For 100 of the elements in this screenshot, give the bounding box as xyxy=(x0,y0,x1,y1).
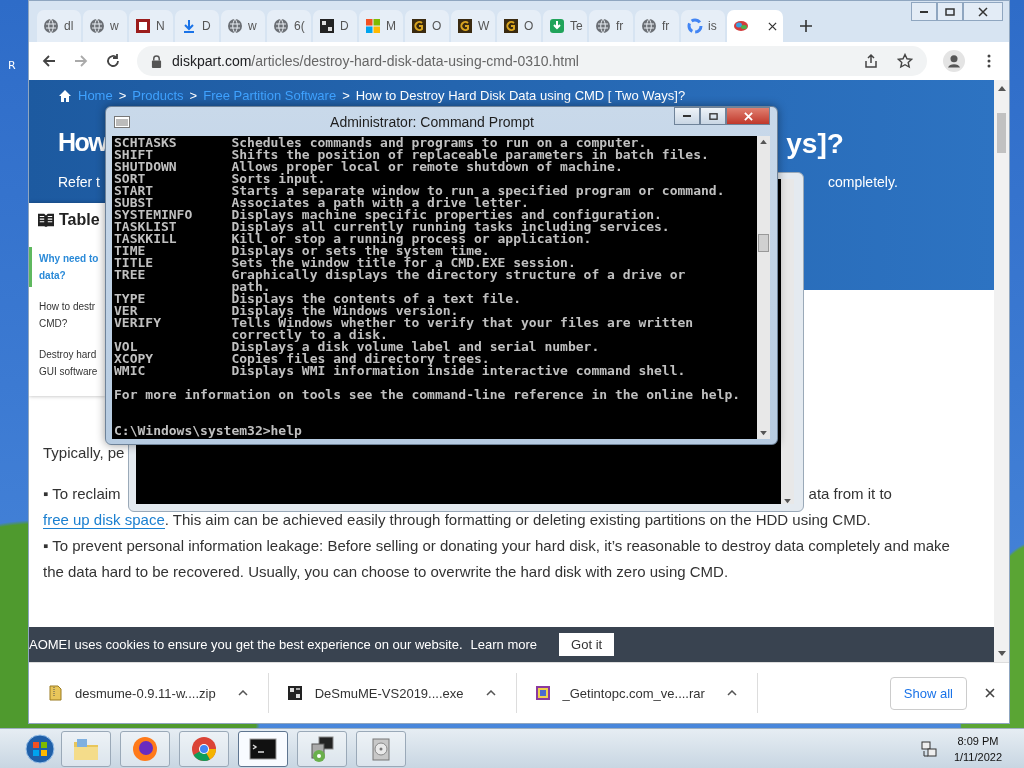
console-line: SCHTASKS Schedules commands and programs to run on a computer. xyxy=(114,137,647,149)
maximize-button[interactable] xyxy=(937,2,963,21)
browser-tab[interactable]: Te xyxy=(543,10,587,42)
lock-icon xyxy=(151,54,162,68)
console-line: SORT Sorts input. xyxy=(114,173,326,185)
cookie-text: AOMEI uses cookies to ensure you get the best experience on our website. xyxy=(29,637,463,652)
close-button[interactable] xyxy=(963,2,1003,21)
browser-tab[interactable] xyxy=(727,10,783,42)
page-title: ys]? xyxy=(786,128,844,160)
scroll-up-icon[interactable] xyxy=(760,139,767,144)
scroll-up-icon[interactable] xyxy=(997,85,1006,91)
browser-tab[interactable]: M xyxy=(359,10,403,42)
console-line: WMIC Displays WMI information inside interactive command shell. xyxy=(114,365,687,377)
taskbar-button[interactable] xyxy=(297,730,347,767)
console-line: correctly to a disk. xyxy=(230,329,388,341)
page-icon xyxy=(135,18,151,34)
download-item[interactable]: DeSmuME-VS2019....exe xyxy=(268,673,517,713)
intro-text: Refer t xyxy=(58,174,100,190)
download-icon xyxy=(549,18,565,34)
squares-icon xyxy=(365,18,381,34)
browser-tab[interactable]: O xyxy=(497,10,541,42)
browser-tab[interactable]: D xyxy=(313,10,357,42)
back-icon[interactable] xyxy=(41,53,57,69)
minimize-button[interactable] xyxy=(674,107,700,125)
ring-icon xyxy=(687,18,703,34)
browser-tab[interactable]: is xyxy=(681,10,725,42)
console-line: SUBST Associates a path with a drive letter. xyxy=(114,197,529,209)
download-item[interactable]: desmume-0.9.11-w....zip xyxy=(29,673,269,713)
letter-tile-icon xyxy=(457,18,473,34)
star-icon[interactable] xyxy=(897,53,913,69)
letter-tile-icon xyxy=(503,18,519,34)
start-button[interactable] xyxy=(25,733,55,764)
browser-tab[interactable]: D xyxy=(175,10,219,42)
desktop-icon-label[interactable]: R xyxy=(8,59,16,72)
profile-icon[interactable] xyxy=(943,50,965,72)
console-line: SHIFT Shifts the position of replaceable parameters in batch files. xyxy=(114,149,710,161)
console-line: VOL Displays a disk volume label and serial number. xyxy=(114,341,601,353)
scrollbar[interactable] xyxy=(994,80,1009,662)
caret-icon[interactable] xyxy=(726,690,737,696)
console-line: TASKKILL Kill or stop a running process or application. xyxy=(114,233,593,245)
console-line: For more information on tools see the command-line reference in the online help. xyxy=(114,389,742,401)
download-item[interactable]: _Getintopc.com_ve....rar xyxy=(516,673,758,713)
caret-icon[interactable] xyxy=(485,690,496,696)
scroll-down-icon[interactable] xyxy=(784,499,791,504)
page-title: How xyxy=(58,128,107,158)
console-prompt: C:\Windows\system32>help xyxy=(114,425,303,437)
console-line: path. xyxy=(230,281,271,293)
console-line: START Starts a separate window to run a specified program or command. xyxy=(114,185,726,197)
browser-tab[interactable]: W xyxy=(451,10,495,42)
reload-icon[interactable] xyxy=(105,53,121,69)
new-tab-icon[interactable] xyxy=(799,19,813,33)
console-line: TASKLIST Displays all currently running tasks including services. xyxy=(114,221,671,233)
minimize-icon xyxy=(920,10,928,13)
scrollbar[interactable] xyxy=(757,136,770,439)
network-icon[interactable] xyxy=(919,738,940,759)
globe-icon xyxy=(595,18,611,34)
browser-tab[interactable]: w xyxy=(221,10,265,42)
globe-icon xyxy=(89,18,105,34)
close-icon[interactable] xyxy=(985,688,995,698)
browser-tab[interactable]: dl xyxy=(37,10,81,42)
home-icon xyxy=(58,88,72,103)
browser-tab[interactable]: w xyxy=(83,10,127,42)
globe-icon xyxy=(641,18,657,34)
browser-tab[interactable]: 6( xyxy=(267,10,311,42)
browser-tab[interactable]: N xyxy=(129,10,173,42)
show-all-button[interactable]: Show all xyxy=(889,676,967,710)
minimize-button[interactable] xyxy=(911,2,937,21)
browser-tab[interactable]: fr xyxy=(589,10,633,42)
close-icon xyxy=(978,6,988,17)
maximize-icon xyxy=(945,6,955,17)
toc-item[interactable]: Destroy hard GUI software xyxy=(29,343,105,383)
share-icon[interactable] xyxy=(863,53,879,69)
browser-tab[interactable]: fr xyxy=(635,10,679,42)
learn-more-link[interactable]: Learn more xyxy=(470,637,538,652)
taskbar-button[interactable] xyxy=(120,730,170,767)
close-button[interactable] xyxy=(726,107,770,125)
maximize-button[interactable] xyxy=(700,107,726,125)
console-line: TREE Graphically displays the directory structure of a drive or xyxy=(114,269,687,281)
globe-icon xyxy=(273,18,289,34)
toc-item[interactable]: How to destr CMD? xyxy=(29,295,105,335)
book-icon xyxy=(37,212,55,228)
scroll-down-icon[interactable] xyxy=(997,651,1006,657)
scrollbar[interactable] xyxy=(781,179,794,504)
got-it-button[interactable]: Got it xyxy=(559,633,615,656)
console-line: XCOPY Copies files and directory trees. xyxy=(114,353,490,365)
close-icon[interactable] xyxy=(768,21,777,31)
program-icon xyxy=(286,685,303,701)
blob-icon xyxy=(733,18,749,34)
bullet-text: ▪ To prevent personal information leakage: Before selling or donating your hard disk, it’s reasonable to destroy data completely and make the data hard to be recovered. Usually, you can choose to overwrite the hard disk with zero using CMD. xyxy=(43,536,951,582)
caret-icon[interactable] xyxy=(237,690,248,696)
scroll-down-icon[interactable] xyxy=(760,431,767,436)
scrollbar-thumb[interactable] xyxy=(758,233,769,252)
scrollbar-thumb[interactable] xyxy=(997,113,1006,153)
bullet-text: ata from it to xyxy=(808,484,892,504)
clock[interactable]: 8:09 PM 1/11/2022 xyxy=(953,732,1002,765)
browser-tab[interactable]: O xyxy=(405,10,449,42)
address-bar[interactable]: diskpart.com/articles/destroy-hard-disk-data-using-cmd-0310.html xyxy=(137,46,927,76)
console-line: TITLE Sets the window title for a CMD.EXE session. xyxy=(114,257,577,269)
window-title: Administrator: Command Prompt xyxy=(329,113,535,130)
taskbar-button[interactable] xyxy=(238,730,288,767)
